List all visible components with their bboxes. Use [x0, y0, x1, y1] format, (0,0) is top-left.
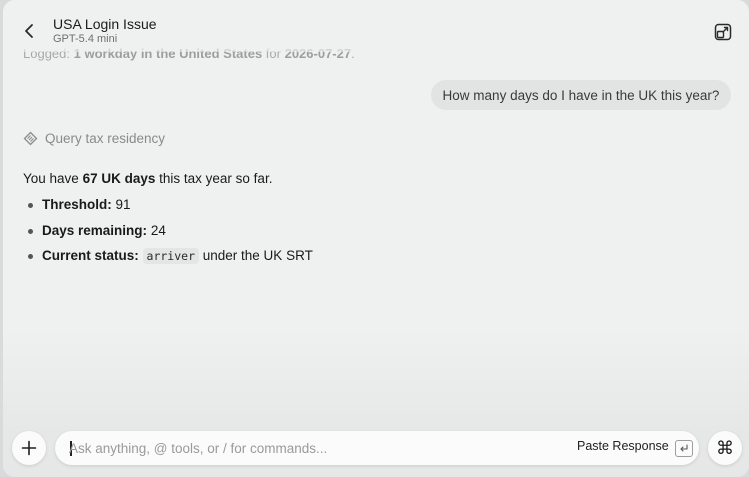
add-attachment-button[interactable]	[12, 431, 46, 465]
chat-window: USA Login Issue GPT-5.4 mini Logged: 1 w…	[3, 0, 749, 477]
current-status-label: Current status:	[42, 248, 139, 263]
expand-button[interactable]	[713, 22, 733, 42]
answer-intro-prefix: You have	[23, 171, 79, 186]
list-item: Threshold: 91	[23, 196, 313, 222]
list-item: Days remaining: 24	[23, 222, 313, 248]
assistant-answer-intro: You have 67 UK days this tax year so far…	[23, 171, 272, 186]
tool-sparkle-icon	[23, 131, 38, 146]
list-item: Current status: arriver under the UK SRT	[23, 247, 313, 273]
user-message-text: How many days do I have in the UK this y…	[442, 87, 720, 103]
chat-header: USA Login Issue GPT-5.4 mini	[3, 0, 749, 52]
message-input[interactable]	[69, 431, 549, 465]
current-status-value: under the UK SRT	[202, 248, 313, 263]
days-remaining-label: Days remaining:	[42, 222, 148, 238]
plus-icon	[21, 440, 37, 456]
composer: Paste Response	[55, 431, 699, 465]
command-icon: ⌘	[716, 437, 734, 458]
paste-response-button[interactable]: Paste Response	[577, 439, 669, 453]
user-message-bubble: How many days do I have in the UK this y…	[431, 80, 731, 110]
answer-intro-suffix: this tax year so far.	[159, 171, 273, 186]
tool-call-label: Query tax residency	[45, 131, 166, 146]
command-button[interactable]: ⌘	[708, 431, 742, 465]
enter-key-icon	[675, 440, 693, 457]
status-code: arriver	[142, 248, 199, 264]
threshold-label: Threshold:	[42, 197, 112, 212]
answer-list: Threshold: 91 Days remaining: 24 Current…	[23, 196, 313, 273]
back-button[interactable]	[19, 20, 39, 42]
expand-window-icon	[714, 23, 732, 41]
tool-call[interactable]: Query tax residency	[23, 131, 165, 146]
answer-intro-bold: 67 UK days	[82, 171, 156, 186]
model-name: GPT-5.4 mini	[53, 33, 118, 45]
days-remaining-value: 24	[150, 222, 166, 238]
conversation-title: USA Login Issue	[53, 16, 157, 32]
threshold-value: 91	[115, 197, 131, 212]
chevron-left-icon	[25, 24, 33, 38]
